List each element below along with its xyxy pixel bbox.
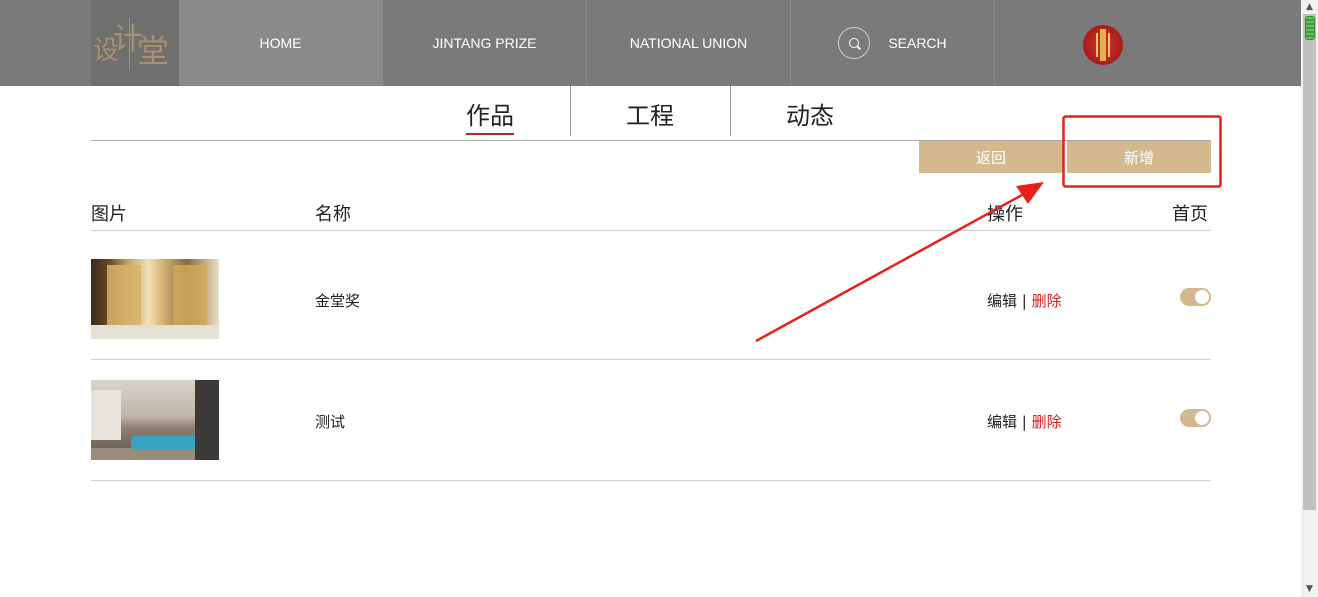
column-header-name: 名称: [315, 204, 351, 225]
thumbnail-decor: [195, 380, 219, 460]
delete-link[interactable]: 删除: [1032, 292, 1062, 310]
scroll-up-arrow-icon[interactable]: ▲: [1301, 0, 1318, 14]
action-separator: |: [1021, 413, 1027, 431]
nav-national-union-label: NATIONAL UNION: [629, 35, 748, 51]
scrollbar-thumb[interactable]: [1303, 14, 1316, 510]
header-divider-line: [91, 230, 1211, 231]
add-button-label: 新增: [1123, 148, 1154, 167]
avatar-decor: [1108, 33, 1110, 57]
row-thumbnail[interactable]: [91, 259, 219, 339]
row-thumbnail[interactable]: [91, 380, 219, 460]
active-tab-indicator: [466, 133, 514, 135]
toggle-knob: [1195, 290, 1209, 304]
avatar-decor: [1100, 29, 1106, 61]
homepage-toggle[interactable]: [1180, 409, 1211, 427]
row-actions: 编辑 | 删除: [987, 411, 1062, 432]
column-header-homepage: 首页: [1172, 204, 1208, 225]
nav-national-union[interactable]: NATIONAL UNION: [587, 0, 791, 86]
site-logo[interactable]: 设 计 堂: [91, 0, 179, 86]
thumbnail-decor: [131, 436, 201, 450]
back-button[interactable]: 返回: [919, 141, 1063, 173]
column-header-actions: 操作: [987, 204, 1023, 225]
edit-link[interactable]: 编辑: [987, 413, 1017, 431]
thumbnail-decor: [91, 390, 121, 440]
nav-home-label: HOME: [259, 35, 302, 51]
user-avatar[interactable]: [1083, 25, 1123, 65]
row-divider-line: [91, 359, 1211, 360]
tab-divider: [570, 86, 571, 136]
tab-projects[interactable]: 工程: [626, 96, 674, 131]
add-button[interactable]: 新增: [1067, 141, 1211, 173]
scroll-down-arrow-icon[interactable]: ▼: [1301, 582, 1318, 596]
top-navbar: 设 计 堂 HOME JINTANG PRIZE NATIONAL UNION …: [0, 0, 1301, 86]
nav-jintang-prize[interactable]: JINTANG PRIZE: [383, 0, 587, 86]
row-name: 测试: [315, 413, 346, 431]
back-button-label: 返回: [975, 148, 1006, 167]
nav-home[interactable]: HOME: [179, 0, 383, 86]
delete-link[interactable]: 删除: [1032, 413, 1062, 431]
column-header-image: 图片: [91, 204, 127, 225]
tab-news[interactable]: 动态: [786, 96, 834, 131]
row-name: 金堂奖: [315, 292, 361, 310]
avatar-decor: [1096, 33, 1098, 57]
nav-search[interactable]: SEARCH: [791, 0, 995, 86]
action-separator: |: [1021, 292, 1027, 310]
tab-works[interactable]: 作品: [466, 96, 514, 131]
scrollbar-grip-icon: [1305, 16, 1315, 40]
vertical-scrollbar[interactable]: ▲ ▼: [1301, 0, 1318, 597]
nav-jintang-prize-label: JINTANG PRIZE: [432, 35, 537, 51]
row-divider-line: [91, 480, 1211, 481]
homepage-toggle[interactable]: [1180, 288, 1211, 306]
search-icon: [838, 27, 871, 59]
logo-char-3: 堂: [137, 32, 170, 70]
edit-link[interactable]: 编辑: [987, 292, 1017, 310]
thumbnail-decor: [91, 325, 219, 339]
row-actions: 编辑 | 删除: [987, 290, 1062, 311]
tab-divider: [730, 86, 731, 136]
annotation-arrow-line: [755, 193, 1023, 343]
toggle-knob: [1195, 411, 1209, 425]
nav-search-label: SEARCH: [888, 35, 947, 51]
